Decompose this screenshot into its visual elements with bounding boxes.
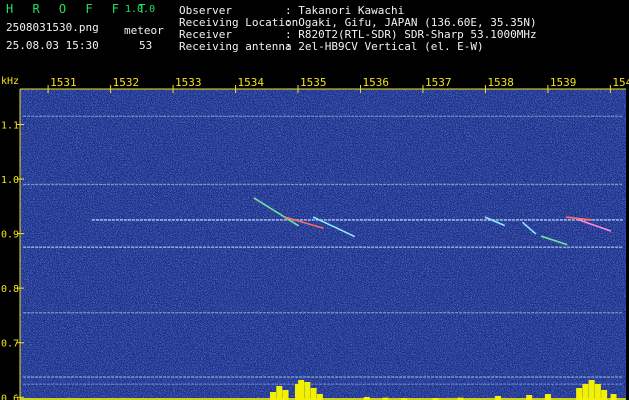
activity-bar: [588, 380, 595, 400]
y-axis-label: kHz: [1, 76, 19, 87]
y-tick-label: 0.9: [1, 230, 19, 241]
spectrogram-plot: 1531 1532 1533 1534 1535 1536 1537 1538 1539 1540…: [1, 76, 629, 400]
activity-bar: [304, 382, 311, 400]
x-tick-label: 1534: [238, 76, 265, 89]
app-version: 1.0.0: [125, 4, 156, 15]
y-tick-label: 1.0: [1, 175, 19, 186]
activity-bar: [298, 380, 305, 400]
x-tick-label: 1539: [550, 76, 577, 89]
y-tick-label: 1.1: [1, 120, 19, 131]
activity-bar: [594, 384, 601, 400]
meteor-count: 53: [139, 39, 153, 52]
activity-bar: [276, 386, 283, 400]
x-tick-label: 1537: [425, 76, 452, 89]
x-tick-label: 1532: [113, 76, 140, 89]
y-tick-label: 0.7: [1, 339, 19, 350]
file-name: 2508031530.png: [6, 21, 99, 34]
x-tick-label: 1540: [612, 76, 629, 89]
activity-bar: [582, 384, 589, 400]
x-tick-label: 1538: [487, 76, 514, 89]
plot-noise: [20, 89, 626, 400]
y-tick-label: 0.6: [1, 393, 19, 400]
header-panel: H R O F F T 1.0.0 2508031530.png 25.08.0…: [0, 0, 629, 74]
x-tick-label: 1533: [175, 76, 202, 89]
y-tick-label: 0.8: [1, 284, 19, 295]
x-tick-label: 1535: [300, 76, 327, 89]
info-value: : 2el-HB9CV Vertical (el. E-W): [285, 40, 484, 53]
info-key: Receiving antenna: [179, 40, 292, 53]
date-time: 25.08.03 15:30: [6, 39, 99, 52]
meteor-label: meteor: [124, 24, 164, 37]
x-tick-label: 1536: [362, 76, 389, 89]
x-tick-label: 1531: [50, 76, 77, 89]
